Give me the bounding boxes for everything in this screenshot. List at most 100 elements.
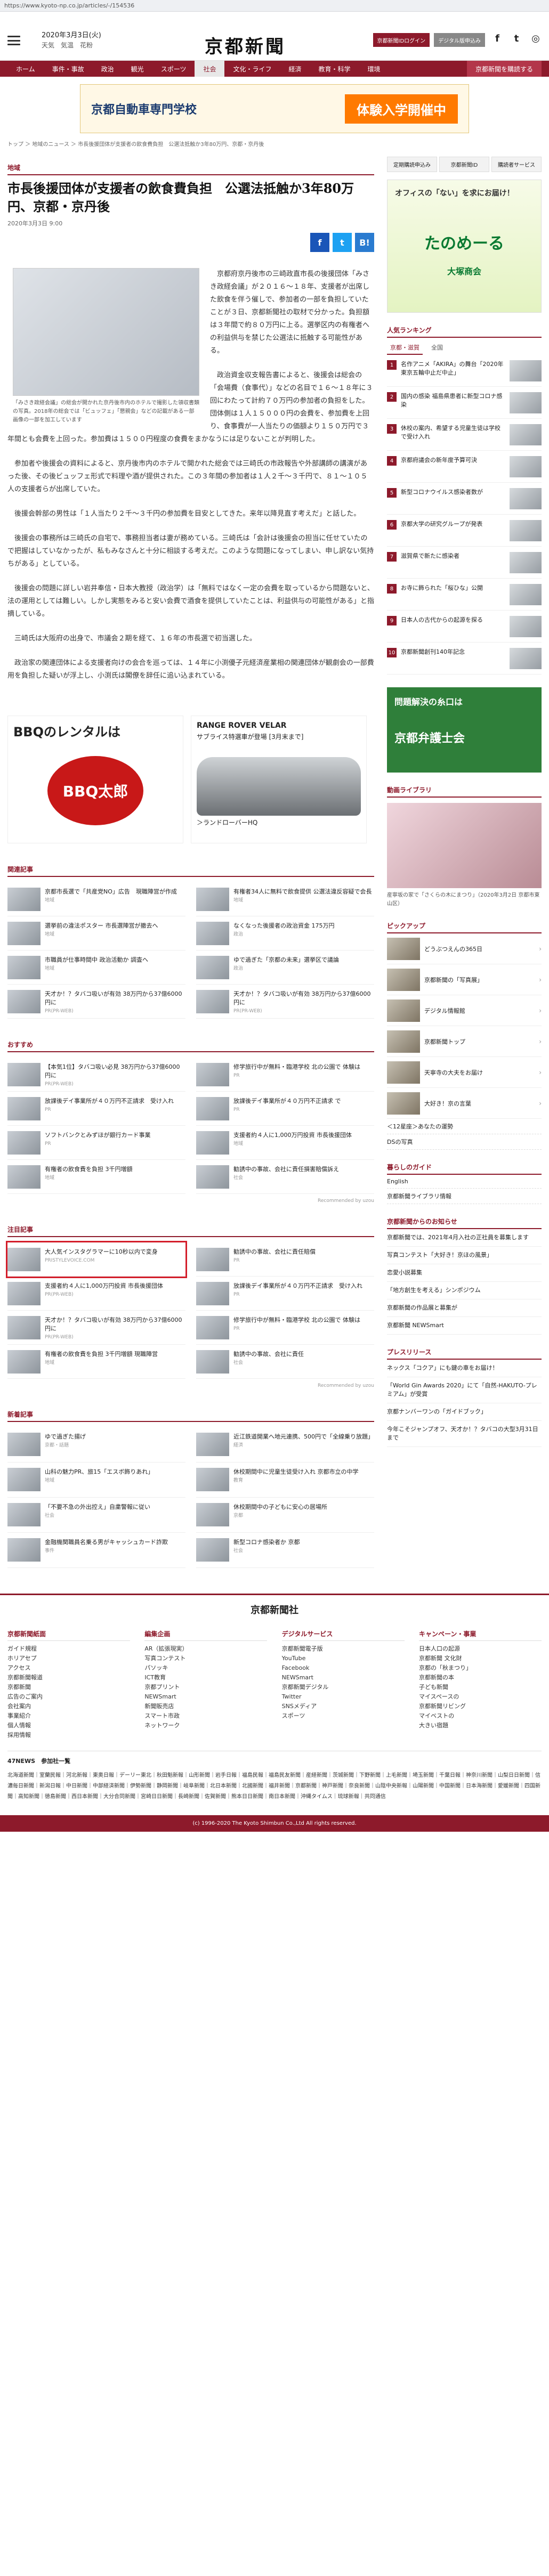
attention-title[interactable]: 天才か！？タバコ吸いが有効 38万円から37億6000円に (45, 1317, 182, 1332)
related-item[interactable]: なくなった後援者の政治資金 175万円 政治 (196, 916, 374, 950)
recommend-thumb[interactable] (7, 1063, 41, 1086)
recommend-item[interactable]: 放課後デイ事業所が４０万円不正請求 受け入れ PR (7, 1092, 185, 1126)
rr-ad-link[interactable]: ＞ランドローバーHQ (197, 818, 361, 827)
info-item[interactable]: 写真コンテスト「大好き！京ほの風景」 (387, 1247, 542, 1264)
footer-link[interactable]: 新聞販売店 (144, 1702, 267, 1711)
breadcrumb[interactable]: トップ ＞ 地域のニュース ＞ 市長後援団体が支援者の飲食費負担 公選法抵触か3… (7, 140, 542, 149)
footer-link[interactable]: スポーツ (282, 1711, 405, 1721)
login-button[interactable]: 京都新聞IDログイン (373, 33, 430, 47)
ranking-thumb[interactable] (510, 616, 542, 637)
ranking-item[interactable]: 2 国内の感染 福島県患者に新型コロナ感染 (387, 387, 542, 419)
press-item[interactable]: 今年こそジャンプオフ、天才か！？タバコの大型3月31日まで (387, 1421, 542, 1447)
attention-credit[interactable]: Recommended by uzou (7, 1383, 374, 1388)
recommend-item[interactable]: 放課後デイ事業所が４０万円不正請求 で PR (196, 1092, 374, 1126)
ranking-item[interactable]: 9 日本人の古代からの起源を探る (387, 611, 542, 643)
ranking-item[interactable]: 4 京都府議会の新年度予算可決 (387, 451, 542, 483)
related-thumb[interactable] (7, 956, 41, 979)
info-item[interactable]: 京都新聞の作品展と募集が (387, 1299, 542, 1317)
related-thumb[interactable] (7, 888, 41, 911)
side-button-0[interactable]: 定期購読申込み (387, 157, 437, 172)
digital-subscribe-button[interactable]: デジタル版申込み (434, 33, 485, 47)
related-thumb[interactable] (7, 990, 41, 1013)
footer-link[interactable]: 京都新聞デジタル (282, 1683, 405, 1692)
ranking-title[interactable]: 休校の案内、希望する児童生徒は学校で受け入れ (401, 424, 505, 445)
recommend-item[interactable]: 勧誘中の事故、会社に責任損害賠償訴え 社会 (196, 1160, 374, 1194)
recommend-item[interactable]: 修学旅行中が無料・臨港学校 北の公園で 体験は PR (196, 1058, 374, 1092)
attention-title[interactable]: 修学旅行中が無料・臨港学校 北の公園で 体験は (233, 1317, 360, 1323)
pickup-item[interactable]: 京都新聞トップ › (387, 1026, 542, 1057)
ranking-thumb[interactable] (510, 360, 542, 381)
ranking-title[interactable]: 名作アニメ「AKIRA」の舞台「2020年東京五輪中止だ中止」 (401, 360, 505, 381)
attention-title[interactable]: 有権者の飲食費を負担 3千円増額 現職陣営 (45, 1351, 158, 1358)
network-list[interactable]: 北海道新聞｜室蘭民報｜河北新報｜東奥日報｜デーリー東北｜秋田魁新報｜山形新聞｜岩… (7, 1770, 542, 1802)
latest-item[interactable]: 新型コロナ感染者か 京都 社会 (196, 1533, 374, 1568)
bengoshi-ad[interactable]: 問題解決の糸口は 京都弁護士会 (387, 687, 542, 773)
latest-title[interactable]: 近江鉄道開業へ地元連携、500円で「全線乗り放題」 (233, 1433, 374, 1440)
attention-thumb[interactable] (7, 1350, 41, 1374)
info-item[interactable]: 京都新聞 NEWSmart (387, 1317, 542, 1335)
url-text[interactable]: https://www.kyoto-np.co.jp/articles/-/15… (4, 2, 134, 9)
related-item[interactable]: 有権者34人に無料で飲食提供 公選法違反容疑で会長 地域 (196, 882, 374, 916)
nav-item-1[interactable]: 事件・事故 (44, 61, 93, 77)
nav-item-9[interactable]: 環境 (359, 61, 389, 77)
attention-thumb[interactable] (7, 1248, 41, 1271)
ranking-tab-1[interactable]: 全国 (428, 341, 446, 355)
latest-title[interactable]: 金融機関職員名乗る男がキャッシュカード詐欺 (45, 1539, 168, 1546)
related-title[interactable]: 京都市長選で「共産党NO」広告 現職陣営が作成 (45, 888, 177, 895)
nav-item-5[interactable]: 社会 (195, 61, 225, 77)
ranking-thumb[interactable] (510, 392, 542, 413)
recommend-thumb[interactable] (7, 1165, 41, 1189)
footer-link[interactable]: 京都プリント (144, 1683, 267, 1692)
footer-link[interactable]: 広告のご案内 (7, 1692, 130, 1702)
latest-title[interactable]: 休校期間中に児童生徒受け入れ 京都市立の中学 (233, 1468, 359, 1475)
ranking-item[interactable]: 5 新型コロナウイルス感染者数が (387, 483, 542, 515)
latest-thumb[interactable] (196, 1503, 229, 1526)
attention-item[interactable]: 有権者の飲食費を負担 3千円増額 現職陣営 地域 (7, 1345, 185, 1379)
related-title[interactable]: 天才か！？タバコ吸いが有効 38万円から37億6000円に (45, 990, 182, 1006)
guide-link[interactable]: English (387, 1175, 542, 1189)
browser-url-bar[interactable]: https://www.kyoto-np.co.jp/articles/-/15… (0, 0, 549, 12)
nav-item-7[interactable]: 経済 (280, 61, 310, 77)
recommend-title[interactable]: 有権者の飲食費を負担 3千円増額 (45, 1166, 133, 1173)
related-item[interactable]: ゆで過ぎた「京都の未来」選挙区で議論 政治 (196, 950, 374, 985)
side-link[interactable]: DSの写真 (387, 1134, 542, 1150)
latest-thumb[interactable] (196, 1468, 229, 1491)
recommend-title[interactable]: 支援者約４人に1,000万円投資 市長後援団体 (233, 1132, 352, 1139)
latest-thumb[interactable] (196, 1538, 229, 1562)
nav-item-3[interactable]: 観光 (123, 61, 152, 77)
recommend-title[interactable]: 放課後デイ事業所が４０万円不正請求 で (233, 1098, 341, 1104)
tanomeru-ad[interactable]: オフィスの「ない」を求にお届け！ たのめーる 大塚商会 (387, 180, 542, 313)
pickup-item[interactable]: どうぶつえんの365日 › (387, 933, 542, 964)
recommend-item[interactable]: 有権者の飲食費を負担 3千円増額 地域 (7, 1160, 185, 1194)
info-item[interactable]: 「地方創生を考える」シンポジウム (387, 1282, 542, 1299)
latest-thumb[interactable] (7, 1468, 41, 1491)
related-title[interactable]: 天才か！？タバコ吸いが有効 38万円から37億6000円に (233, 990, 370, 1006)
footer-link[interactable]: Twitter (282, 1692, 405, 1702)
attention-item[interactable]: 大人気インスタグラマーに10秒以内で変身 PRISTYLEVOICE.COM (6, 1241, 187, 1278)
footer-link[interactable]: 子ども新聞 (419, 1683, 542, 1692)
latest-item[interactable]: 近江鉄道開業へ地元連携、500円で「全線乗り放題」 経済 (196, 1427, 374, 1462)
footer-link[interactable]: NEWSmart (282, 1673, 405, 1683)
pickup-item[interactable]: デジタル情報館 › (387, 995, 542, 1026)
footer-link[interactable]: Facebook (282, 1663, 405, 1673)
recommend-title[interactable]: 放課後デイ事業所が４０万円不正請求 受け入れ (45, 1098, 174, 1104)
side-link[interactable]: ＜12星座＞あなたの運勢 (387, 1119, 542, 1134)
related-thumb[interactable] (196, 990, 229, 1013)
related-title[interactable]: 有権者34人に無料で飲食提供 公選法違反容疑で会長 (233, 888, 372, 895)
latest-title[interactable]: 「不要不急の外出控え」自粛警報に従い (45, 1504, 150, 1510)
footer-link[interactable]: ネットワーク (144, 1721, 267, 1730)
footer-link[interactable]: 京都新聞リビング (419, 1702, 542, 1711)
latest-thumb[interactable] (196, 1433, 229, 1456)
footer-link[interactable]: 京都の「秋まつり」 (419, 1663, 542, 1673)
related-title[interactable]: ゆで過ぎた「京都の未来」選挙区で議論 (233, 956, 339, 963)
footer-link[interactable]: ホリアセプ (7, 1654, 130, 1663)
related-title[interactable]: 選挙前の違法ポスター 市長選陣営が撤去へ (45, 922, 158, 929)
pickup-item[interactable]: 大好き！京の言葉 › (387, 1088, 542, 1119)
attention-thumb[interactable] (196, 1248, 229, 1271)
ranking-item[interactable]: 7 滋賀県で新たに感染者 (387, 547, 542, 579)
nav-item-4[interactable]: スポーツ (152, 61, 195, 77)
twitter-icon[interactable]: t (511, 33, 522, 45)
ranking-title[interactable]: 京都新聞創刊140年記念 (401, 648, 505, 669)
footer-link[interactable]: 事業紹介 (7, 1711, 130, 1721)
footer-link[interactable]: 写真コンテスト (144, 1654, 267, 1663)
